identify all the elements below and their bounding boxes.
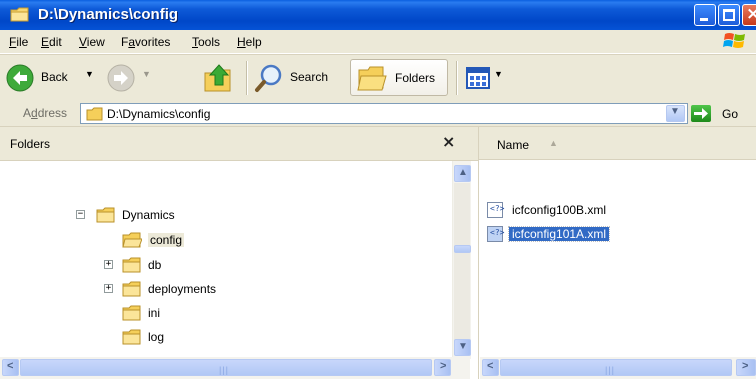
chevron-right-icon: > bbox=[742, 360, 749, 372]
back-dropdown-icon[interactable]: ▼ bbox=[85, 69, 94, 79]
sort-ascending-icon: ▲ bbox=[549, 138, 558, 148]
xml-file-icon: <?> bbox=[487, 226, 504, 242]
files-horizontal-scrollbar[interactable]: < ||| > bbox=[480, 357, 756, 379]
folder-icon bbox=[96, 207, 115, 223]
file-list-pane: Name ▲ <?> icfconfig100B.xml <?> icfconf… bbox=[478, 127, 756, 379]
scroll-right-button[interactable]: > bbox=[434, 359, 451, 376]
minimize-button[interactable] bbox=[694, 4, 716, 26]
folder-icon bbox=[122, 281, 141, 297]
scroll-left-button[interactable]: < bbox=[2, 359, 19, 376]
folder-icon bbox=[122, 329, 141, 345]
go-arrow-icon bbox=[694, 108, 708, 119]
folder-icon bbox=[122, 305, 141, 321]
chevron-left-icon: < bbox=[7, 360, 14, 372]
views-dropdown-icon[interactable]: ▼ bbox=[494, 69, 503, 79]
open-folder-icon bbox=[122, 232, 142, 248]
scroll-right-button[interactable]: > bbox=[736, 359, 756, 376]
menu-view[interactable]: View bbox=[79, 35, 105, 49]
menu-help[interactable]: Help bbox=[237, 35, 262, 49]
views-button[interactable]: ▼ bbox=[466, 55, 512, 100]
folder-icon bbox=[122, 257, 141, 273]
chevron-up-icon: ▲ bbox=[458, 167, 468, 178]
folders-icon bbox=[357, 66, 387, 91]
standard-toolbar: Back ▼ ▼ Search Folders ▼ bbox=[0, 54, 756, 101]
go-label[interactable]: Go bbox=[722, 107, 738, 121]
horizontal-scroll-thumb[interactable]: ||| bbox=[20, 359, 432, 376]
expand-icon[interactable]: + bbox=[104, 284, 113, 293]
tree-vertical-scrollbar[interactable]: ▲ ▼ bbox=[452, 161, 471, 359]
window-title: D:\Dynamics\config bbox=[38, 6, 179, 23]
xml-file-icon: <?> bbox=[487, 202, 504, 218]
close-button[interactable]: × bbox=[742, 4, 756, 26]
up-folder-button[interactable] bbox=[202, 55, 242, 100]
menu-file[interactable]: File bbox=[9, 35, 28, 49]
menu-favorites[interactable]: Favorites bbox=[121, 35, 170, 49]
chevron-down-icon: ▼ bbox=[670, 106, 680, 117]
close-icon: × bbox=[746, 4, 756, 24]
address-bar: Address D:\Dynamics\config ▼ Go bbox=[0, 100, 756, 127]
scroll-track[interactable] bbox=[454, 183, 470, 345]
chevron-right-icon: > bbox=[440, 360, 447, 372]
explorer-window: D:\Dynamics\config × File Edit View Favo… bbox=[0, 0, 756, 379]
up-folder-icon bbox=[204, 64, 231, 92]
scroll-down-button[interactable]: ▼ bbox=[454, 339, 471, 356]
chevron-down-icon: ▼ bbox=[458, 341, 468, 352]
menu-tools[interactable]: Tools bbox=[192, 35, 220, 49]
expand-icon[interactable]: + bbox=[104, 260, 113, 269]
address-dropdown-button[interactable]: ▼ bbox=[666, 105, 685, 122]
go-button[interactable] bbox=[691, 105, 711, 122]
folders-pane-header: Folders × bbox=[0, 127, 478, 161]
forward-dropdown-icon[interactable]: ▼ bbox=[142, 69, 151, 79]
scroll-up-button[interactable]: ▲ bbox=[454, 165, 471, 182]
collapse-icon[interactable]: − bbox=[76, 210, 85, 219]
column-header-name[interactable]: Name ▲ bbox=[479, 127, 756, 160]
maximize-button[interactable] bbox=[718, 4, 740, 26]
search-icon bbox=[255, 64, 282, 92]
close-pane-icon[interactable]: × bbox=[442, 132, 455, 151]
menu-bar: File Edit View Favorites Tools Help bbox=[0, 30, 756, 54]
tree-horizontal-scrollbar[interactable]: < ||| > bbox=[0, 357, 470, 379]
address-label: Address bbox=[23, 106, 68, 120]
scroll-left-button[interactable]: < bbox=[482, 359, 499, 376]
maximize-icon bbox=[723, 9, 735, 21]
folders-pane: Folders × − Dynamics config + db + deplo… bbox=[0, 127, 478, 379]
toolbar-separator bbox=[246, 61, 247, 95]
folder-icon bbox=[86, 107, 103, 121]
back-arrow-icon bbox=[6, 64, 34, 92]
folder-icon bbox=[10, 7, 29, 22]
scroll-thumb[interactable] bbox=[454, 245, 471, 253]
horizontal-scroll-thumb[interactable]: ||| bbox=[500, 359, 732, 376]
chevron-left-icon: < bbox=[487, 360, 494, 372]
toolbar-separator bbox=[456, 61, 457, 95]
address-input[interactable]: D:\Dynamics\config bbox=[80, 103, 688, 124]
windows-logo-icon bbox=[723, 33, 745, 48]
grip-icon: ||| bbox=[219, 365, 230, 375]
folders-pane-title: Folders bbox=[10, 137, 51, 151]
minimize-icon bbox=[700, 18, 708, 21]
search-button[interactable]: Search bbox=[254, 55, 344, 100]
folders-button[interactable]: Folders bbox=[350, 59, 448, 96]
forward-button[interactable]: ▼ bbox=[106, 55, 154, 100]
title-bar[interactable]: D:\Dynamics\config × bbox=[0, 0, 756, 30]
forward-arrow-icon bbox=[107, 64, 135, 92]
grip-icon: ||| bbox=[605, 365, 616, 375]
back-button[interactable]: Back ▼ bbox=[5, 55, 103, 100]
views-icon bbox=[466, 67, 490, 89]
menu-edit[interactable]: Edit bbox=[41, 35, 62, 49]
